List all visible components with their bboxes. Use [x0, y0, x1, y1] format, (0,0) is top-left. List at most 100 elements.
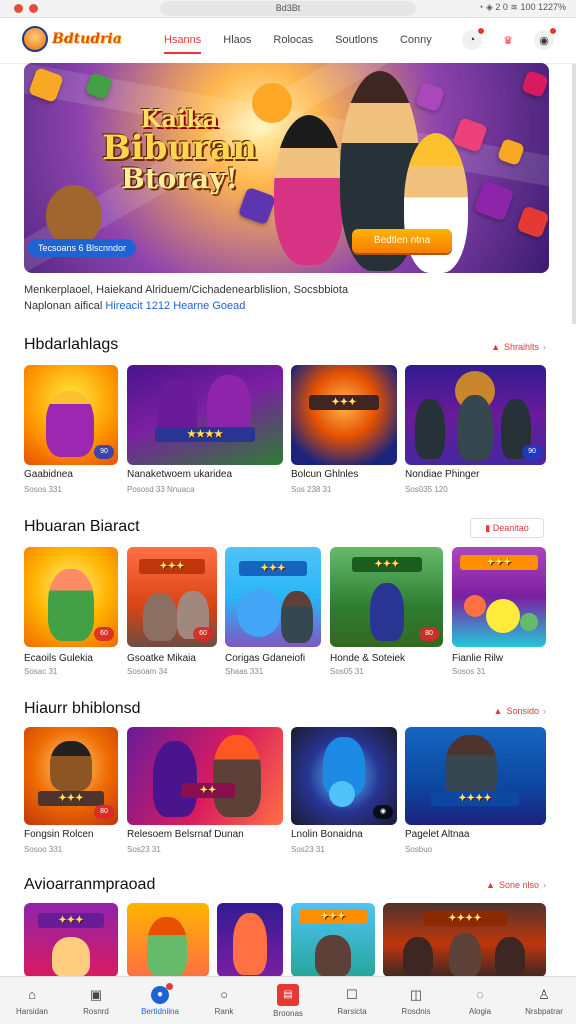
bottom-nav-3[interactable]: ● Bertidniina [128, 977, 192, 1024]
scrollbar[interactable] [572, 64, 576, 324]
bottom-nav-label: Harsidan [15, 1006, 48, 1016]
status-text: ◔ ◈ 2 0 ≋ 100 1227% [478, 2, 566, 12]
game-thumbnail [217, 903, 283, 977]
see-all-link[interactable]: ▲ Shraihlts › [491, 342, 546, 352]
notification-badge [477, 27, 485, 35]
description-link[interactable]: Hireacit 1212 Hearne Goead [105, 300, 245, 312]
character-figure [281, 591, 313, 643]
game-banner: ✦✦✦✦ [431, 791, 519, 806]
bottom-nav-2[interactable]: ▣ Rosnrd [64, 977, 128, 1024]
creature-icon [237, 589, 281, 637]
bottom-nav-7[interactable]: ◫ Rosdnis [384, 977, 448, 1024]
chevron-right-icon: › [543, 706, 546, 716]
bottom-nav-home[interactable]: ⌂ Harsidan [0, 977, 64, 1024]
site-header: Bdtudria Hsanns Hlaos Rolocas Soutlons C… [0, 18, 576, 64]
game-thumbnail: ✦✦✦ [291, 903, 375, 977]
bottom-nav-5[interactable]: ▤ Broonas [256, 977, 320, 1024]
close-dot[interactable] [14, 4, 23, 13]
character-figure [457, 395, 493, 461]
character-figure [415, 399, 445, 459]
character-figure [153, 741, 197, 817]
game-banner: ★★★★ [155, 427, 255, 442]
bottom-nav-8[interactable]: ◌ Alogia [448, 977, 512, 1024]
smiley-icon [486, 599, 520, 633]
badge: 90 [94, 445, 114, 459]
bottom-nav-label: Rarsicta [337, 1006, 367, 1016]
bottom-nav-label: Rosnrd [83, 1006, 109, 1016]
nav-item-2[interactable]: Hlaos [223, 34, 251, 54]
gallery-icon: ▣ [89, 986, 103, 1002]
notification-dot [166, 982, 173, 990]
game-cube-icon [414, 81, 446, 113]
logo-text: Bdtudria [52, 31, 122, 47]
game-thumbnail: ✦✦✦ 80 [24, 727, 118, 825]
see-all-label: Shraihlts [503, 342, 539, 352]
profile-badge [549, 27, 557, 35]
card-title: Honde & Soteiek [330, 653, 406, 664]
card-title: Gsoatke Mikaia [127, 653, 196, 664]
section-title: Avioarranmpraoad [24, 876, 156, 893]
bottom-nav-label: Broonas [273, 1008, 303, 1018]
trophy-button[interactable]: ♛ [498, 30, 518, 50]
nav-item-home[interactable]: Hsanns [164, 34, 202, 54]
see-all-label: Deanitao [492, 523, 529, 533]
description-line1: Menkerplaoel, Haiekand Alriduem/Cichaden… [24, 284, 349, 296]
game-thumbnail: ✦✦✦ [291, 365, 397, 465]
game-thumbnail: 90 [405, 365, 546, 465]
trophy-icon: ♛ [503, 34, 513, 47]
nav-item-5[interactable]: Conny [400, 34, 432, 54]
search-icon: ○ [220, 987, 228, 1002]
bell-icon: ◌ [476, 987, 484, 1002]
see-all-label: Sonsido [506, 706, 539, 716]
bottom-nav-6[interactable]: ☐ Rarsicta [320, 977, 384, 1024]
mascot-logo-icon [22, 26, 48, 52]
hero-title-line3: Btoray! [121, 162, 238, 195]
game-banner: ✦✦✦ [139, 559, 205, 574]
creature-icon [520, 613, 538, 631]
card-title: Pagelet Altnaa [405, 829, 470, 840]
box-icon: ◫ [409, 986, 423, 1002]
see-all-link[interactable]: ▲ Sonsido › [494, 706, 546, 716]
character-figure [46, 391, 94, 457]
flame-icon: ▲ [491, 342, 500, 352]
browser-bar: Bd3Bt ◔ ◈ 2 0 ≋ 100 1227% [0, 0, 576, 18]
card-title: Fianlie Rilw [452, 653, 504, 664]
character-figure [315, 935, 351, 977]
circle-icon: ● [151, 982, 173, 1004]
game-thumbnail: 90 [24, 365, 118, 465]
hero-left-button[interactable]: Tecsoans 6 Blscnndor [28, 239, 137, 257]
user-icon: ♙ [538, 986, 550, 1002]
bottom-nav-9[interactable]: ♙ Nrsbpatrar [512, 977, 576, 1024]
description: Menkerplaoel, Haiekand Alriduem/Cichaden… [24, 282, 554, 314]
url-bar[interactable]: Bd3Bt [160, 1, 416, 16]
card-title: Bolcun Ghlnles [291, 469, 359, 480]
bottom-nav-4[interactable]: ○ Rank [192, 977, 256, 1024]
game-thumbnail: ✦✦✦ 60 [127, 547, 217, 647]
avatar-icon: ◉ [539, 34, 549, 47]
minimize-dot[interactable] [29, 4, 38, 13]
game-thumbnail: ✦✦ [127, 727, 283, 825]
chevron-right-icon: › [543, 880, 546, 890]
nav-item-4[interactable]: Soutlons [335, 34, 378, 54]
notification-button[interactable]: ◔ [462, 27, 485, 50]
card-title: Corigas Gdaneiofi [225, 653, 306, 664]
card-title: Fongsin Rolcen [24, 829, 94, 840]
card-subtitle: Sosbuo [405, 845, 433, 854]
game-banner: ✦✦✦ [38, 913, 104, 928]
nav-item-3[interactable]: Rolocas [273, 34, 313, 54]
hero-title-line2: Biburan [102, 128, 257, 168]
site-logo[interactable]: Bdtudria [22, 26, 122, 52]
card-subtitle: Sos035 120 [405, 485, 448, 494]
see-all-button[interactable]: ▮ Deanitao [470, 518, 544, 538]
section-title: Hbuaran Biaract [24, 518, 140, 535]
see-all-link[interactable]: ▲ Sone nlso › [486, 880, 546, 890]
card-subtitle: Sos 238 31 [291, 485, 332, 494]
character-figure [233, 913, 267, 975]
profile-button[interactable]: ◉ [534, 27, 557, 50]
hero-banner[interactable]: Kaika Biburan Btoray! Tecsoans 6 Blscnnd… [24, 63, 549, 273]
see-all-label: Sone nlso [498, 880, 539, 890]
card-title: Gaabidnea [24, 469, 73, 480]
character-figure [495, 937, 525, 977]
game-banner: ✦✦ [181, 783, 235, 798]
hero-cta-button[interactable]: Bedtlen ntna [352, 229, 452, 253]
